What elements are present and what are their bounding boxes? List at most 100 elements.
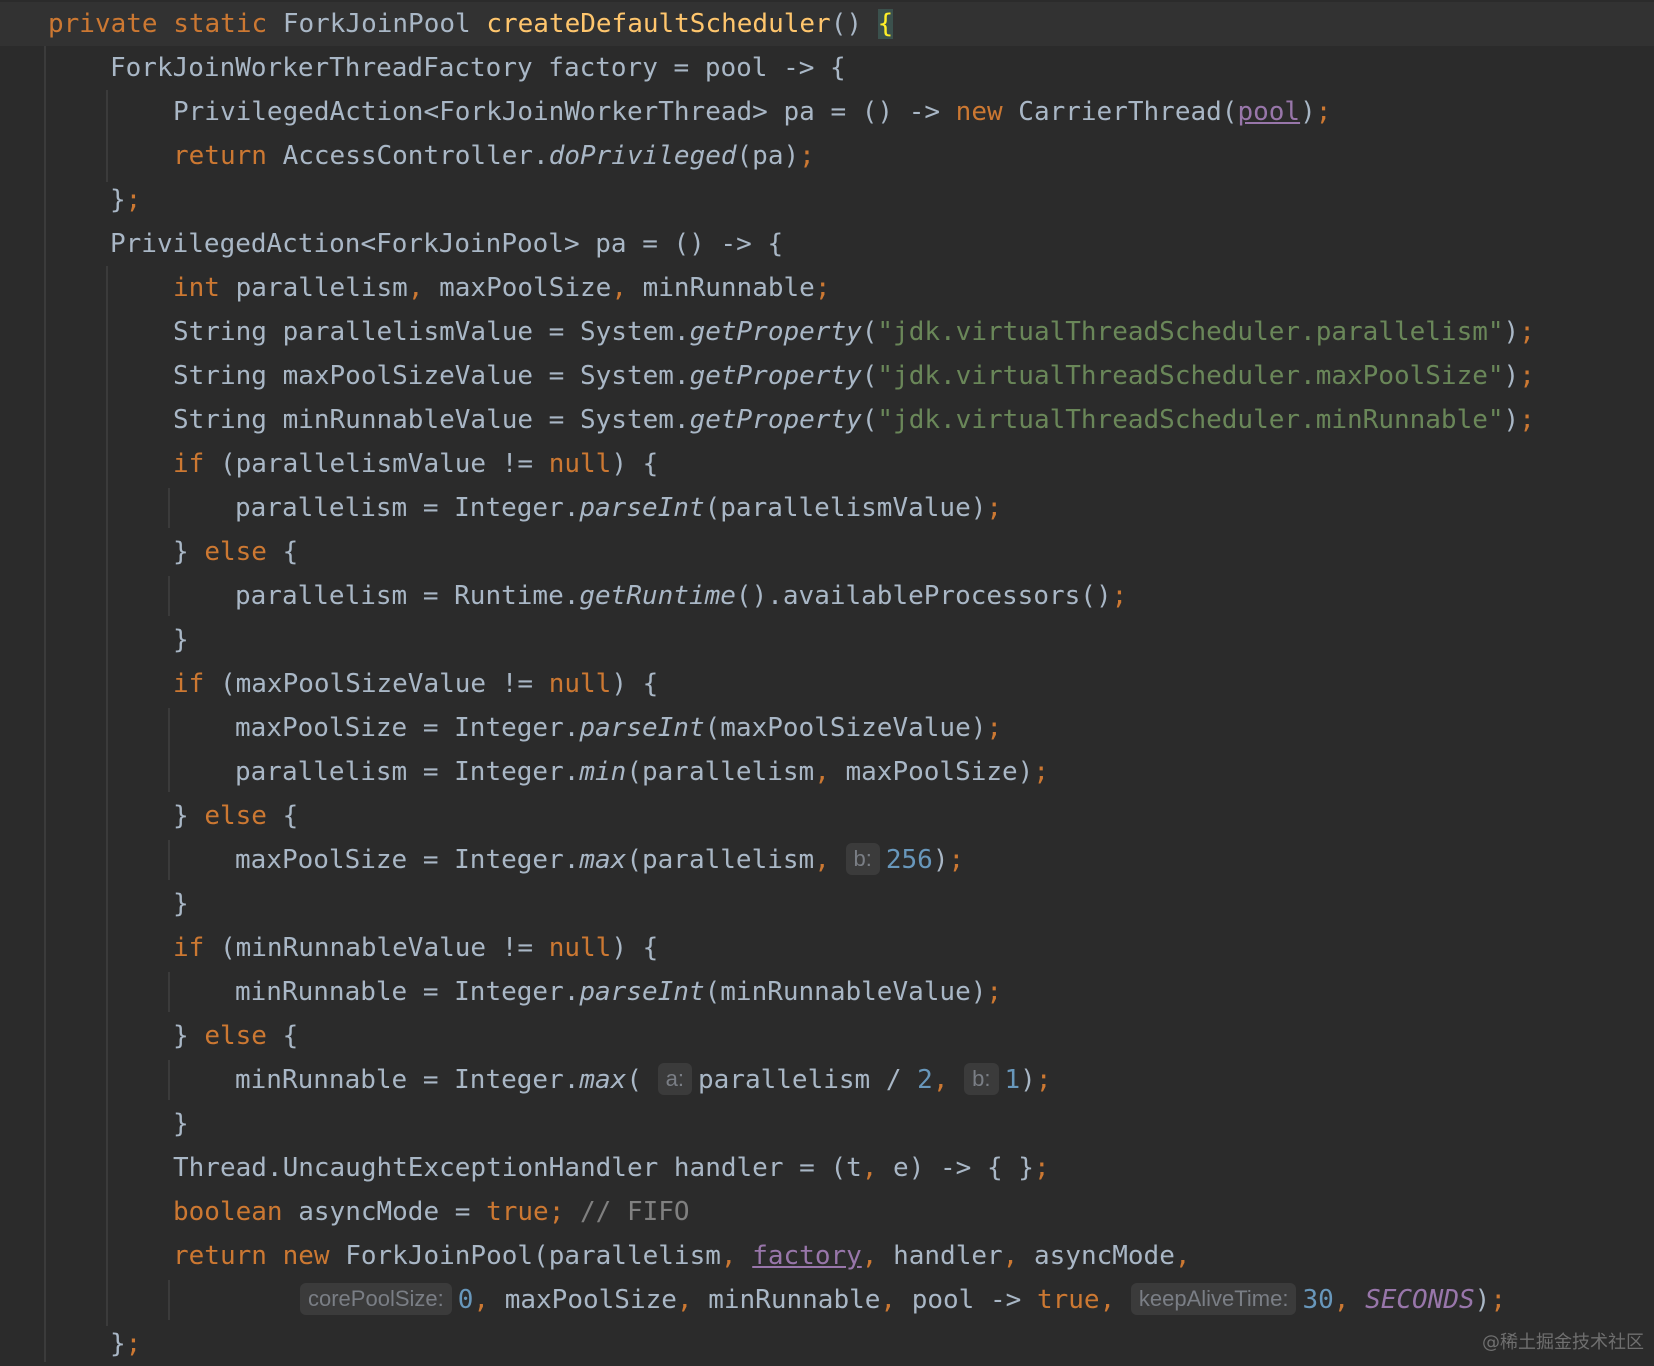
- code-line-31[interactable]: };: [0, 1322, 141, 1366]
- semicolon: ;: [986, 713, 1003, 743]
- code-text: ): [1503, 361, 1520, 391]
- modifier-keywords: private static: [48, 9, 283, 39]
- comma: ,: [814, 845, 830, 875]
- code-line-4[interactable]: return AccessController.doPrivileged(pa)…: [0, 134, 815, 178]
- keyword-else: else: [204, 537, 267, 567]
- code-line-27[interactable]: Thread.UncaughtExceptionHandler handler …: [0, 1146, 1050, 1190]
- code-line-10[interactable]: String minRunnableValue = System.getProp…: [0, 398, 1535, 442]
- code-line-6[interactable]: PrivilegedAction<ForkJoinPool> pa = () -…: [0, 222, 783, 266]
- code-text: ): [1300, 97, 1316, 127]
- comma: ,: [880, 1285, 897, 1315]
- code-text: maxPoolSize): [829, 757, 1034, 787]
- code-text: ): [1503, 317, 1520, 347]
- code-text: }: [173, 1021, 205, 1051]
- code-text: CarrierThread(: [1002, 97, 1238, 127]
- keyword-new: new: [282, 1241, 330, 1271]
- code-line-16[interactable]: if (maxPoolSizeValue != null) {: [0, 662, 658, 706]
- code-text: maxPoolSize: [423, 273, 612, 303]
- static-constant: SECONDS: [1365, 1285, 1475, 1315]
- code-text: {: [266, 1021, 299, 1051]
- code-line-3[interactable]: PrivilegedAction<ForkJoinWorkerThread> p…: [0, 90, 1331, 134]
- code-line-18[interactable]: parallelism = Integer.min(parallelism, m…: [0, 750, 1049, 794]
- number-literal: 1: [1004, 1065, 1021, 1095]
- code-line-13[interactable]: } else {: [0, 530, 298, 574]
- captured-variable-factory[interactable]: factory: [752, 1241, 862, 1271]
- string-literal: "jdk.virtualThreadScheduler.maxPoolSize": [877, 361, 1504, 391]
- code-line-8[interactable]: String parallelismValue = System.getProp…: [0, 310, 1535, 354]
- code-line-20[interactable]: maxPoolSize = Integer.max(parallelism, b…: [0, 838, 964, 882]
- code-line-1[interactable]: private static ForkJoinPool createDefaul…: [0, 2, 894, 46]
- number-literal: 256: [885, 845, 933, 875]
- code-text: maxPoolSize: [489, 1285, 677, 1315]
- code-text: minRunnable = Integer.: [235, 1065, 580, 1095]
- code-text: (: [861, 361, 878, 391]
- code-text: parallelism /: [698, 1065, 918, 1095]
- code-line-26[interactable]: }: [0, 1102, 189, 1146]
- semicolon: ;: [1111, 581, 1128, 611]
- code-text: ) {: [611, 669, 659, 699]
- code-line-30[interactable]: corePoolSize: 0, maxPoolSize, minRunnable…: [0, 1278, 1506, 1322]
- semicolon: ;: [814, 273, 831, 303]
- watermark: @稀土掘金技术社区: [1482, 1332, 1644, 1353]
- keyword-true: true: [486, 1197, 549, 1227]
- keyword-new: new: [955, 97, 1003, 127]
- code-line-29[interactable]: return new ForkJoinPool(parallelism, fac…: [0, 1234, 1191, 1278]
- static-method-call: getProperty: [689, 317, 862, 347]
- keyword-null: null: [548, 933, 612, 963]
- code-text: {: [266, 537, 299, 567]
- comma: ,: [473, 1285, 490, 1315]
- code-line-7[interactable]: int parallelism, maxPoolSize, minRunnabl…: [0, 266, 830, 310]
- captured-variable-pool[interactable]: pool: [1237, 97, 1300, 127]
- code-line-17[interactable]: maxPoolSize = Integer.parseInt(maxPoolSi…: [0, 706, 1002, 750]
- matched-brace: {: [877, 9, 894, 39]
- code-text: PrivilegedAction<ForkJoinPool> pa = () -…: [110, 229, 784, 259]
- code-text: (maxPoolSizeValue): [704, 713, 987, 743]
- keyword-boolean: boolean: [173, 1197, 283, 1227]
- keyword-null: null: [548, 449, 612, 479]
- code-text: asyncMode =: [282, 1197, 487, 1227]
- closing-brace: }: [110, 1329, 126, 1359]
- comma: ,: [611, 273, 627, 303]
- comma: ,: [1002, 1241, 1019, 1271]
- code-text: ) {: [611, 933, 659, 963]
- static-method-call: doPrivileged: [548, 141, 737, 171]
- code-line-19[interactable]: } else {: [0, 794, 298, 838]
- code-text: minRunnable: [626, 273, 815, 303]
- code-line-23[interactable]: minRunnable = Integer.parseInt(minRunnab…: [0, 970, 1002, 1014]
- parameter-hint: keepAliveTime:: [1130, 1283, 1297, 1315]
- keyword-if: if: [173, 933, 205, 963]
- code-text: ): [932, 845, 949, 875]
- code-line-14[interactable]: parallelism = Runtime.getRuntime().avail…: [0, 574, 1127, 618]
- code-line-15[interactable]: }: [0, 618, 189, 662]
- code-line-24[interactable]: } else {: [0, 1014, 298, 1058]
- code-text: ().availableProcessors(): [735, 581, 1112, 611]
- code-text: ): [1503, 405, 1520, 435]
- code-line-9[interactable]: String maxPoolSizeValue = System.getProp…: [0, 354, 1535, 398]
- code-text: maxPoolSize = Integer.: [235, 713, 580, 743]
- comma: ,: [1174, 1241, 1191, 1271]
- code-line-21[interactable]: }: [0, 882, 189, 926]
- semicolon: ;: [125, 185, 142, 215]
- comma: ,: [1099, 1285, 1116, 1315]
- code-line-11[interactable]: if (parallelismValue != null) {: [0, 442, 658, 486]
- code-line-5[interactable]: };: [0, 178, 141, 222]
- code-line-12[interactable]: parallelism = Integer.parseInt(paralleli…: [0, 486, 1002, 530]
- number-literal: 0: [457, 1285, 474, 1315]
- semicolon: ;: [125, 1329, 142, 1359]
- code-line-2[interactable]: ForkJoinWorkerThreadFactory factory = po…: [0, 46, 846, 90]
- code-text: String maxPoolSizeValue = System.: [173, 361, 690, 391]
- code-text: asyncMode: [1018, 1241, 1175, 1271]
- comma: ,: [1333, 1285, 1350, 1315]
- code-line-28[interactable]: boolean asyncMode = true; // FIFO: [0, 1190, 690, 1234]
- code-line-22[interactable]: if (minRunnableValue != null) {: [0, 926, 658, 970]
- code-editor[interactable]: private static ForkJoinPool createDefaul…: [0, 0, 1654, 1362]
- code-line-25[interactable]: minRunnable = Integer.max( a: parallelism…: [0, 1058, 1051, 1102]
- code-text: (: [626, 1065, 642, 1095]
- method-declaration-name: createDefaultScheduler: [486, 9, 831, 39]
- closing-brace: }: [173, 625, 189, 655]
- code-text: parallelism = Integer.: [235, 757, 580, 787]
- keyword-return: return: [173, 1241, 267, 1271]
- comma: ,: [407, 273, 424, 303]
